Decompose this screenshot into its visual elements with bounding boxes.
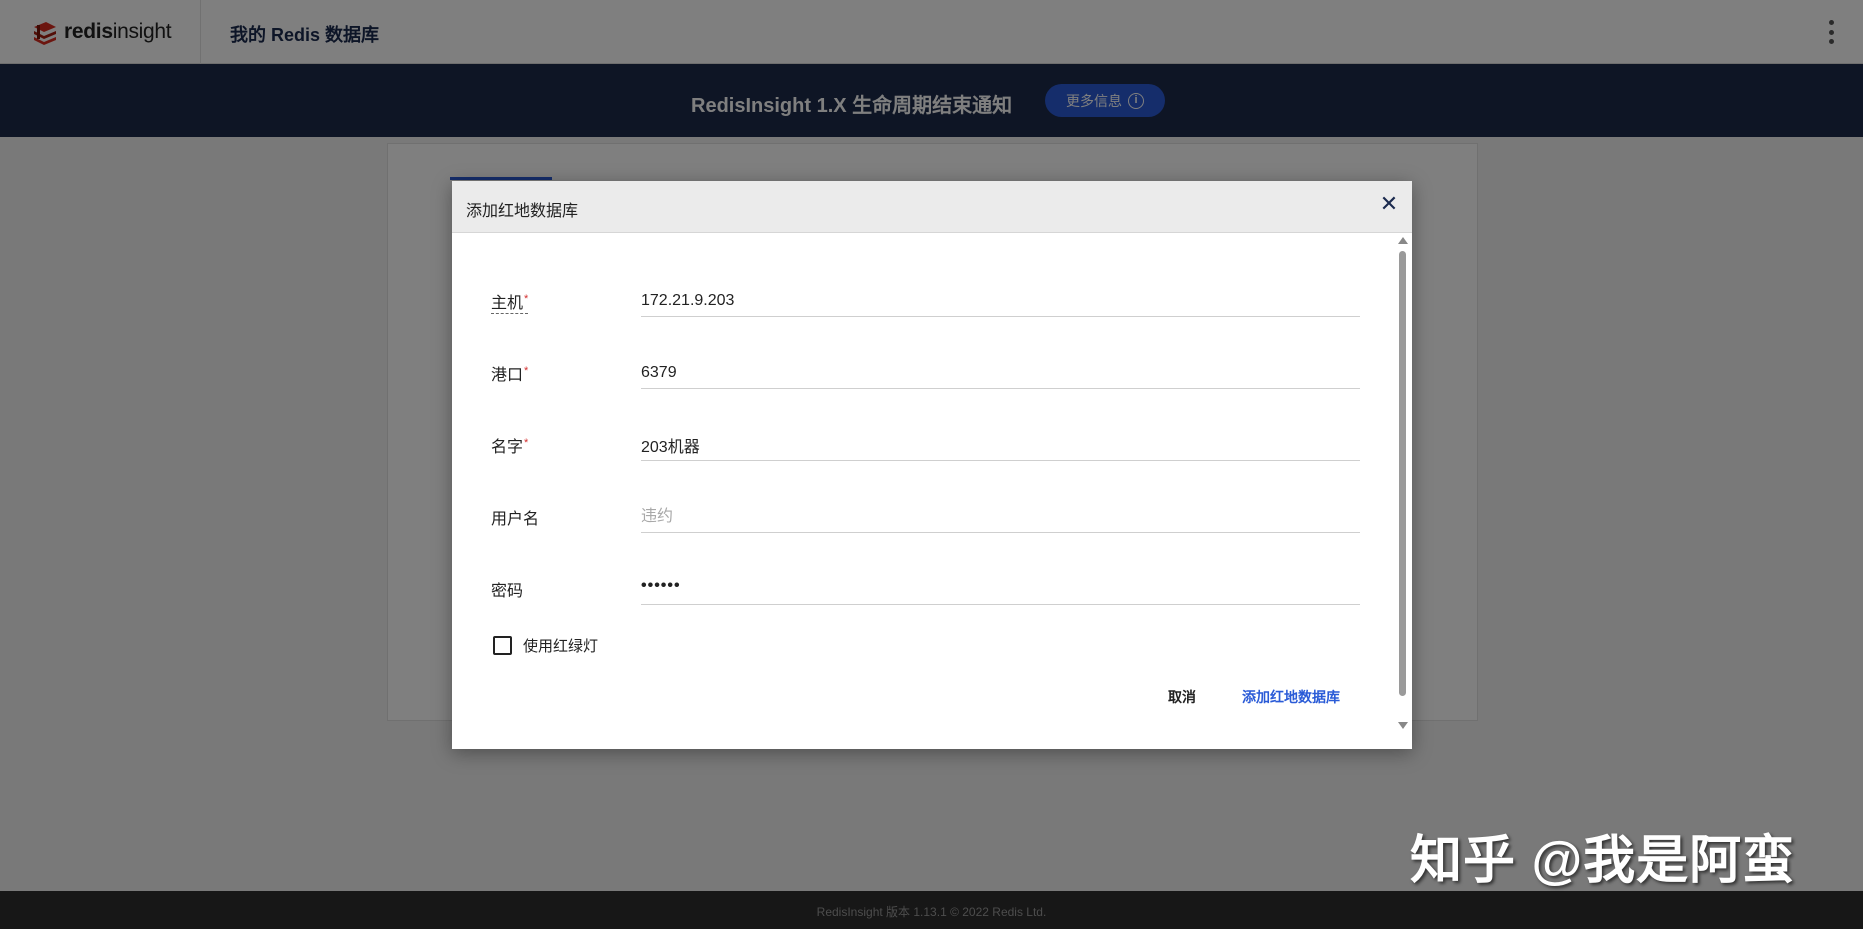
name-label: 名字* (491, 433, 528, 457)
port-row: 港口* (491, 357, 1361, 401)
add-database-dialog: 添加红地数据库 ✕ 主机* 港口* 名字* 用户名 密码 •••••• 使用红绿… (452, 181, 1412, 749)
scroll-up-arrow-icon[interactable] (1398, 237, 1408, 244)
host-label: 主机* (491, 289, 528, 314)
port-label-text: 港口 (491, 367, 523, 384)
password-label: 密码 (491, 577, 523, 601)
close-icon[interactable]: ✕ (1378, 193, 1400, 215)
port-input[interactable] (641, 357, 1360, 389)
password-input[interactable]: •••••• (641, 573, 1360, 605)
password-row: 密码 •••••• (491, 573, 1361, 617)
required-marker: * (524, 365, 528, 377)
host-label-text: 主机 (491, 295, 523, 312)
host-input[interactable] (641, 285, 1360, 317)
host-row: 主机* (491, 285, 1361, 329)
use-tls-checkbox[interactable] (493, 636, 512, 655)
add-database-button[interactable]: 添加红地数据库 (1242, 687, 1340, 707)
watermark: 知乎 @我是阿蛮 (1410, 818, 1795, 893)
required-marker: * (524, 437, 528, 449)
dialog-title: 添加红地数据库 (466, 197, 578, 221)
scroll-down-arrow-icon[interactable] (1398, 722, 1408, 729)
port-label: 港口* (491, 361, 528, 385)
use-tls-label: 使用红绿灯 (523, 635, 598, 656)
username-input[interactable] (641, 501, 1360, 533)
username-label: 用户名 (491, 505, 539, 529)
name-label-text: 名字 (491, 439, 523, 456)
name-row: 名字* (491, 429, 1361, 473)
name-input[interactable] (641, 429, 1360, 461)
dialog-header: 添加红地数据库 ✕ (452, 181, 1412, 233)
required-marker: * (524, 293, 528, 305)
use-tls-option[interactable]: 使用红绿灯 (493, 633, 598, 657)
username-row: 用户名 (491, 501, 1361, 545)
cancel-button[interactable]: 取消 (1168, 687, 1196, 707)
scrollbar-thumb[interactable] (1399, 251, 1406, 696)
